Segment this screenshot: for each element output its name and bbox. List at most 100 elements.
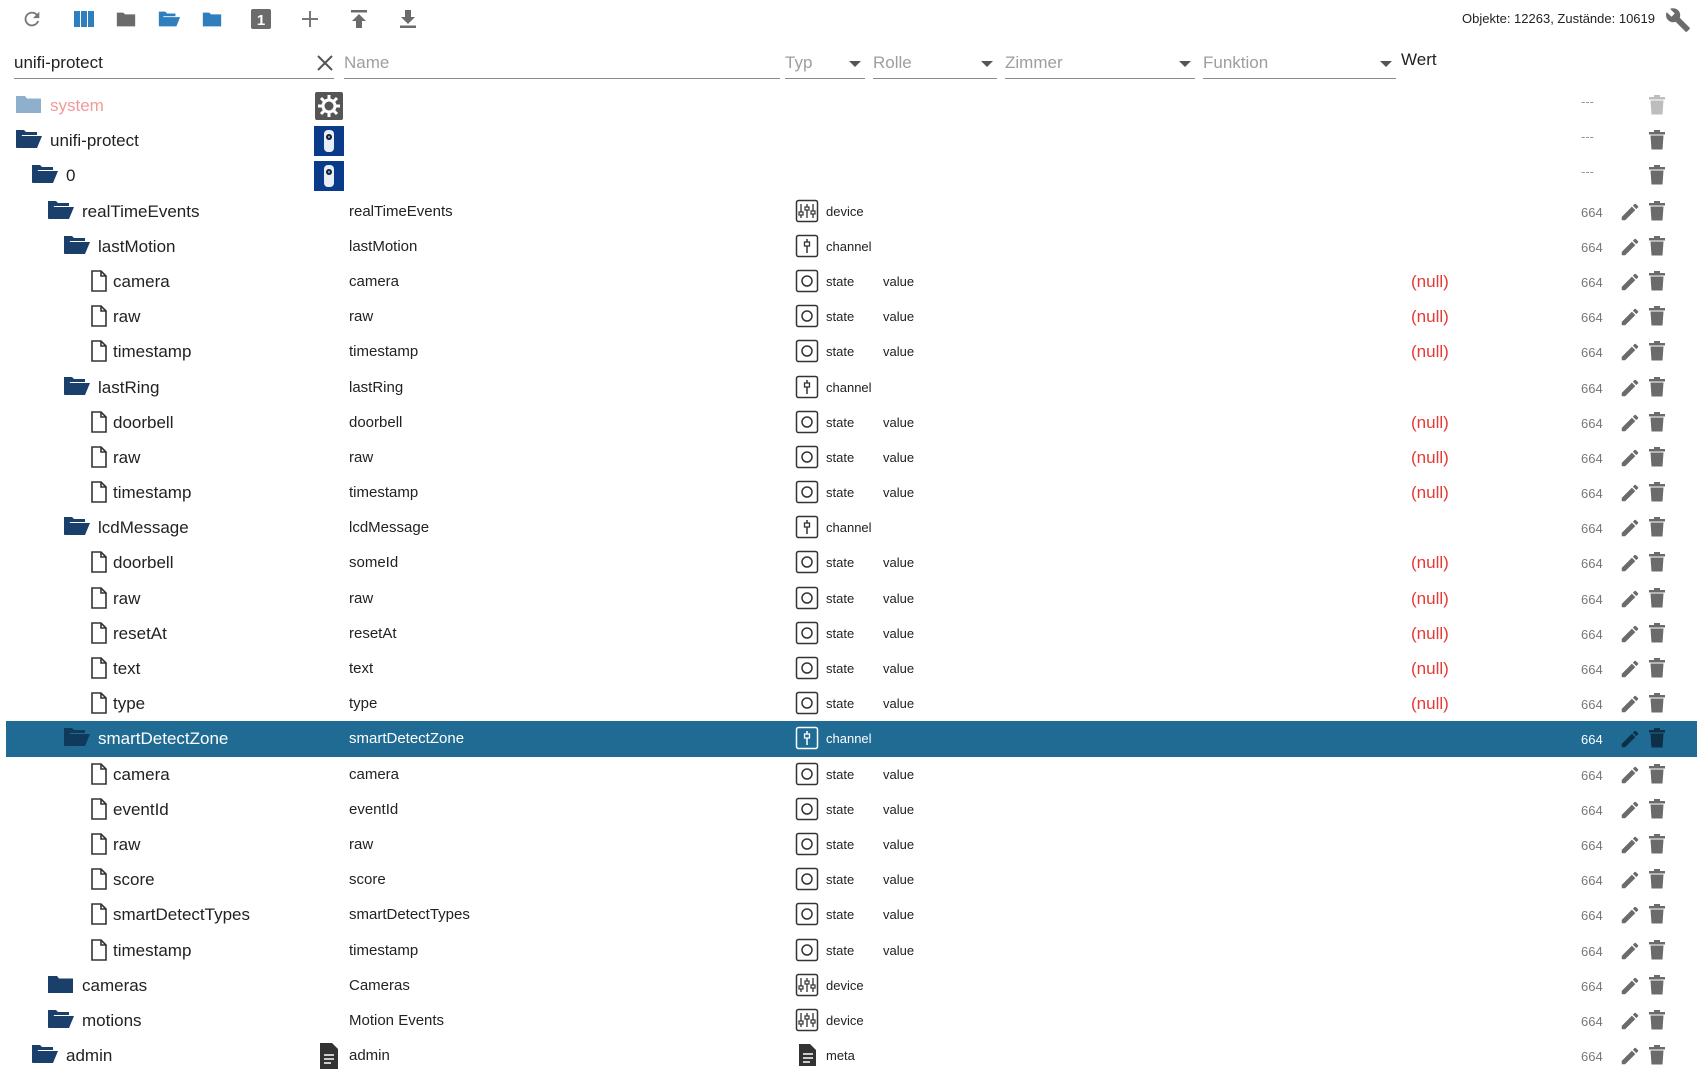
row-value[interactable]: (null) xyxy=(1411,413,1449,433)
folder-blue-icon[interactable] xyxy=(198,6,226,32)
trash-icon[interactable] xyxy=(1647,798,1667,820)
edit-icon[interactable] xyxy=(1619,236,1641,258)
tree-row[interactable]: system --- xyxy=(6,88,1697,123)
edit-icon[interactable] xyxy=(1619,1010,1641,1032)
trash-icon[interactable] xyxy=(1647,200,1667,222)
edit-icon[interactable] xyxy=(1619,482,1641,504)
folder-open-icon[interactable] xyxy=(30,163,60,187)
edit-icon[interactable] xyxy=(1619,799,1641,821)
tree-row[interactable]: lastMotion lastMotion channel 664 xyxy=(6,229,1697,264)
refresh-icon[interactable] xyxy=(18,6,46,32)
zimmer-filter[interactable]: Zimmer xyxy=(1005,50,1195,79)
tree-row[interactable]: raw raw state value (null) 664 xyxy=(6,581,1697,616)
edit-icon[interactable] xyxy=(1619,623,1641,645)
row-value[interactable]: (null) xyxy=(1411,589,1449,609)
trash-icon[interactable] xyxy=(1647,657,1667,679)
trash-icon[interactable] xyxy=(1647,376,1667,398)
tree-row[interactable]: raw raw state value (null) 664 xyxy=(6,440,1697,475)
tree-row[interactable]: doorbell doorbell state value (null) 664 xyxy=(6,405,1697,440)
level-one-icon[interactable]: 1 xyxy=(247,6,275,32)
folder-open-icon[interactable] xyxy=(62,375,92,399)
edit-icon[interactable] xyxy=(1619,834,1641,856)
funktion-filter[interactable]: Funktion xyxy=(1203,50,1396,79)
edit-icon[interactable] xyxy=(1619,764,1641,786)
trash-icon[interactable] xyxy=(1647,94,1667,116)
trash-icon[interactable] xyxy=(1647,270,1667,292)
folder-open-icon[interactable] xyxy=(30,1043,60,1067)
trash-icon[interactable] xyxy=(1647,551,1667,573)
folder-open-icon[interactable] xyxy=(62,234,92,258)
trash-icon[interactable] xyxy=(1647,235,1667,257)
tree-row[interactable]: realTimeEvents realTimeEvents device 664 xyxy=(6,194,1697,229)
edit-icon[interactable] xyxy=(1619,693,1641,715)
edit-icon[interactable] xyxy=(1619,658,1641,680)
edit-icon[interactable] xyxy=(1619,940,1641,962)
folder-open-icon[interactable] xyxy=(155,6,183,32)
tree-row[interactable]: admin admin meta 664 xyxy=(6,1038,1697,1073)
edit-icon[interactable] xyxy=(1619,975,1641,997)
edit-icon[interactable] xyxy=(1619,552,1641,574)
tree-row[interactable]: resetAt resetAt state value (null) 664 xyxy=(6,616,1697,651)
trash-icon[interactable] xyxy=(1647,939,1667,961)
trash-icon[interactable] xyxy=(1647,833,1667,855)
trash-icon[interactable] xyxy=(1647,411,1667,433)
tree-row[interactable]: raw raw state value 664 xyxy=(6,827,1697,862)
tree-row[interactable]: camera camera state value (null) 664 xyxy=(6,264,1697,299)
trash-icon[interactable] xyxy=(1647,340,1667,362)
trash-icon[interactable] xyxy=(1647,587,1667,609)
trash-icon[interactable] xyxy=(1647,1009,1667,1031)
edit-icon[interactable] xyxy=(1619,869,1641,891)
tree-row[interactable]: 0 --- xyxy=(6,158,1697,193)
upload-icon[interactable] xyxy=(345,6,373,32)
row-value[interactable]: (null) xyxy=(1411,659,1449,679)
tree-row[interactable]: eventId eventId state value 664 xyxy=(6,792,1697,827)
trash-icon[interactable] xyxy=(1647,446,1667,468)
trash-icon[interactable] xyxy=(1647,868,1667,890)
tree-row[interactable]: timestamp timestamp state value (null) 664 xyxy=(6,475,1697,510)
row-value[interactable]: (null) xyxy=(1411,483,1449,503)
tree-row[interactable]: cameras Cameras device 664 xyxy=(6,968,1697,1003)
row-value[interactable]: (null) xyxy=(1411,272,1449,292)
tree-row[interactable]: score score state value 664 xyxy=(6,862,1697,897)
folder-icon[interactable] xyxy=(46,973,76,997)
tree-row[interactable]: raw raw state value (null) 664 xyxy=(6,299,1697,334)
edit-icon[interactable] xyxy=(1619,904,1641,926)
trash-icon[interactable] xyxy=(1647,974,1667,996)
clear-filter-icon[interactable] xyxy=(314,52,336,74)
name-filter-input[interactable] xyxy=(344,50,780,76)
folder-open-icon[interactable] xyxy=(46,1008,76,1032)
folder-open-icon[interactable] xyxy=(62,726,92,750)
wrench-icon[interactable] xyxy=(1663,6,1693,34)
tree-row[interactable]: doorbell someId state value (null) 664 xyxy=(6,545,1697,580)
plus-icon[interactable] xyxy=(296,6,324,32)
edit-icon[interactable] xyxy=(1619,588,1641,610)
trash-icon[interactable] xyxy=(1647,516,1667,538)
tree-row[interactable]: text text state value (null) 664 xyxy=(6,651,1697,686)
folder-closed-icon[interactable] xyxy=(112,6,140,32)
tree-row[interactable]: smartDetectZone smartDetectZone channel 664 xyxy=(6,721,1697,757)
trash-icon[interactable] xyxy=(1647,1044,1667,1066)
tree-row[interactable]: type type state value (null) 664 xyxy=(6,686,1697,721)
row-value[interactable]: (null) xyxy=(1411,624,1449,644)
trash-icon[interactable] xyxy=(1647,622,1667,644)
tree-row[interactable]: lcdMessage lcdMessage channel 664 xyxy=(6,510,1697,545)
trash-icon[interactable] xyxy=(1647,763,1667,785)
trash-icon[interactable] xyxy=(1647,164,1667,186)
typ-filter[interactable]: Typ xyxy=(785,50,865,79)
edit-icon[interactable] xyxy=(1619,306,1641,328)
trash-icon[interactable] xyxy=(1647,727,1667,749)
columns-icon[interactable] xyxy=(70,6,98,32)
tree-row[interactable]: camera camera state value 664 xyxy=(6,757,1697,792)
row-value[interactable]: (null) xyxy=(1411,342,1449,362)
edit-icon[interactable] xyxy=(1619,1045,1641,1067)
edit-icon[interactable] xyxy=(1619,447,1641,469)
row-value[interactable]: (null) xyxy=(1411,307,1449,327)
row-value[interactable]: (null) xyxy=(1411,448,1449,468)
edit-icon[interactable] xyxy=(1619,341,1641,363)
tree-row[interactable]: timestamp timestamp state value (null) 664 xyxy=(6,334,1697,369)
trash-icon[interactable] xyxy=(1647,305,1667,327)
rolle-filter[interactable]: Rolle xyxy=(873,50,997,79)
trash-icon[interactable] xyxy=(1647,129,1667,151)
edit-icon[interactable] xyxy=(1619,271,1641,293)
trash-icon[interactable] xyxy=(1647,692,1667,714)
